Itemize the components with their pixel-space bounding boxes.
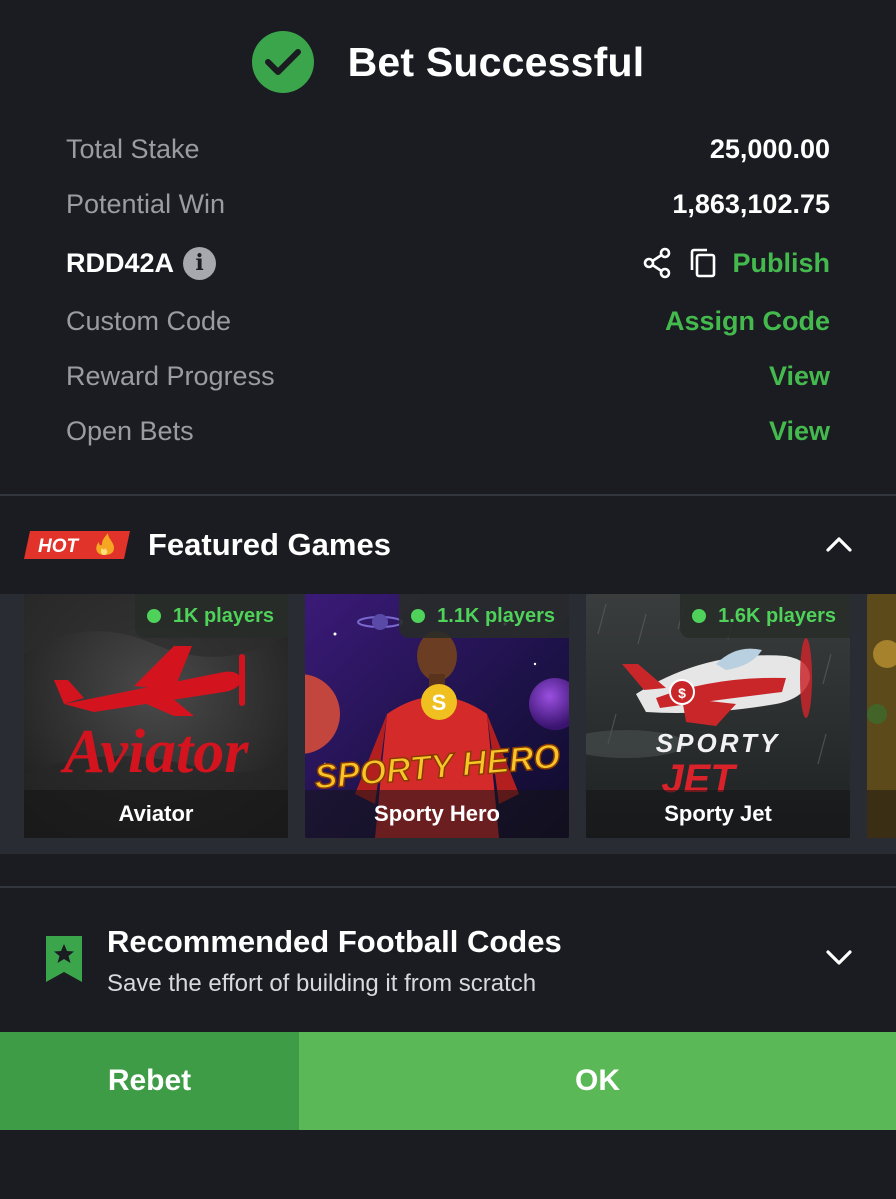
chevron-up-icon[interactable] [826,536,852,557]
recommended-codes-title: Recommended Football Codes [107,924,562,959]
recommended-codes-section[interactable]: Recommended Football Codes Save the effo… [0,888,896,1030]
publish-link[interactable]: Publish [732,248,830,279]
online-dot-icon [411,609,426,623]
custom-code-label: Custom Code [66,306,232,336]
players-badge: 1.6K players [680,594,850,638]
open-bets-label: Open Bets [66,416,194,446]
players-count: 1K players [172,604,274,627]
booking-code: RDD42A [66,247,175,278]
players-badge: 1.1K players [399,594,569,638]
open-bets-row: Open Bets View [66,404,830,459]
success-header: Bet Successful [0,0,896,124]
partial-game-artwork [867,594,896,838]
booking-code-row: RDD42A i Publish [66,232,830,294]
total-stake-label: Total Stake [66,134,200,164]
total-stake-row: Total Stake 25,000.00 [66,122,830,177]
bookmark-star-icon [44,934,84,989]
potential-win-value: 1,863,102.75 [672,189,830,219]
featured-games-title: Featured Games [148,527,391,562]
bottom-bar [0,1130,896,1199]
reward-progress-view-link[interactable]: View [769,361,830,392]
open-bets-view-link[interactable]: View [769,416,830,447]
action-buttons: Rebet OK [0,1032,896,1130]
featured-games-header[interactable]: HOT Featured Games [0,496,896,594]
players-count: 1.6K players [718,604,836,627]
online-dot-icon [146,609,161,623]
page-title: Bet Successful [347,38,645,85]
svg-text:S: S [432,690,447,715]
game-card-sporty-jet[interactable]: $ SPORTY JET 1.6K players Sporty Jet [586,594,850,838]
aviator-logo-text: Aviator [60,718,250,786]
game-card-aviator[interactable]: Aviator 1K players Aviator [24,594,288,838]
chevron-down-icon[interactable] [826,950,852,971]
online-dot-icon [692,609,707,623]
recommended-codes-subtitle: Save the effort of building it from scra… [107,970,537,997]
rebet-button[interactable]: Rebet [0,1032,299,1130]
total-stake-value: 25,000.00 [709,134,830,164]
players-count: 1.1K players [437,604,555,627]
game-name: Aviator [24,790,288,838]
hot-badge: HOT [24,531,130,559]
custom-code-row: Custom Code Assign Code [66,294,830,349]
players-badge: 1K players [134,594,288,638]
game-name: Sporty Jet [586,790,850,838]
reward-progress-label: Reward Progress [66,361,275,391]
check-circle-icon [251,31,314,93]
bet-summary: Total Stake 25,000.00 Potential Win 1,86… [66,122,830,459]
game-card-partial[interactable] [867,594,896,838]
svg-text:$: $ [678,685,686,701]
hot-badge-text: HOT [38,536,80,557]
copy-icon[interactable] [688,247,718,279]
potential-win-row: Potential Win 1,863,102.75 [66,177,830,232]
game-card-sporty-hero[interactable]: S SPORTY HERO 1.1K players Sporty Hero [305,594,569,838]
featured-games-carousel[interactable]: Aviator 1K players Aviator S SPORTY HERO… [0,594,896,854]
assign-code-link[interactable]: Assign Code [665,306,830,337]
info-icon[interactable]: i [183,246,217,280]
reward-progress-row: Reward Progress View [66,349,830,404]
share-icon[interactable] [642,247,672,279]
ok-button[interactable]: OK [299,1032,896,1130]
potential-win-label: Potential Win [66,189,226,219]
game-name: Sporty Hero [305,790,569,838]
sporty-jet-logo-text-top: SPORTY [656,728,780,758]
